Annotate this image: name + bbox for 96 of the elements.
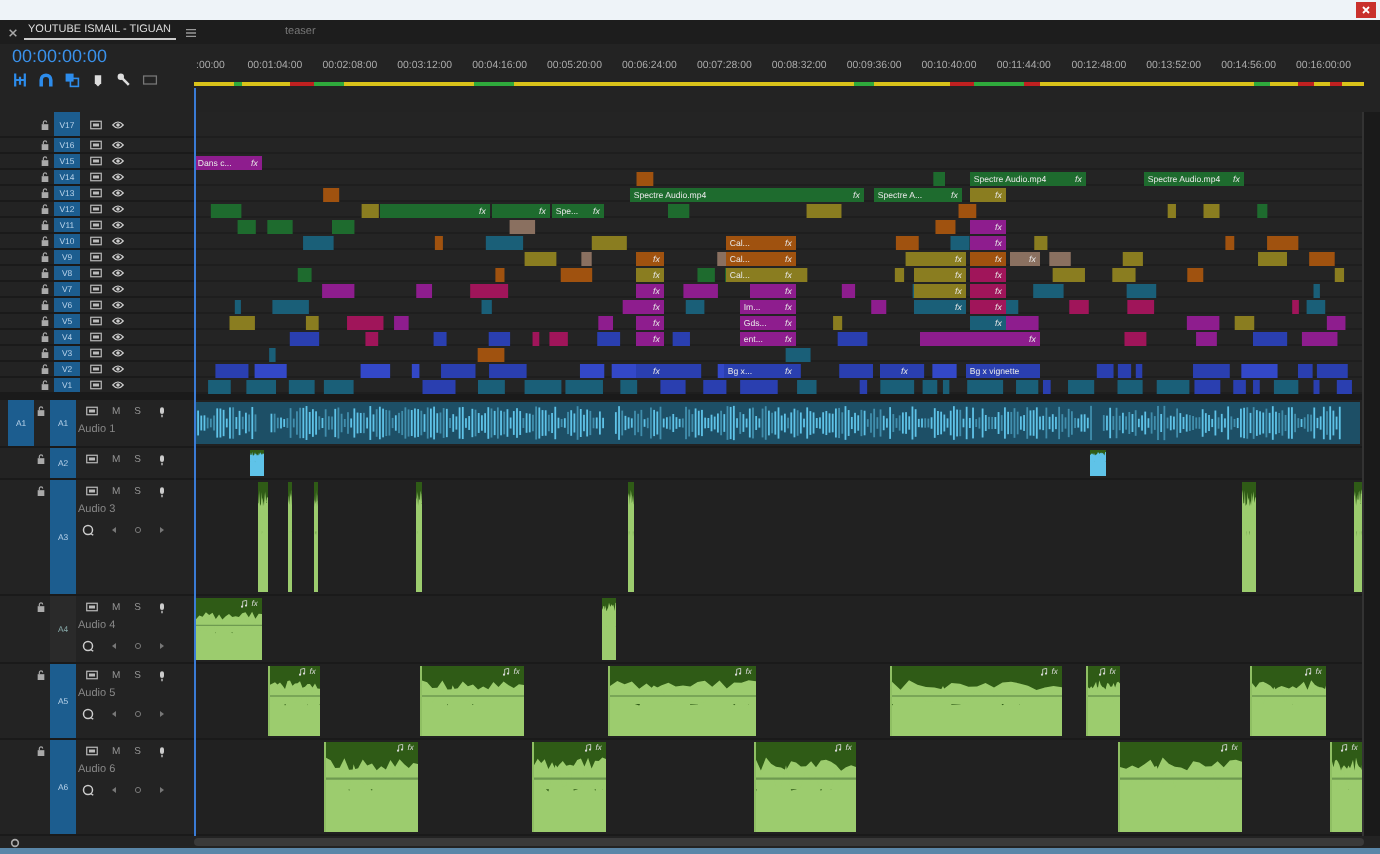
music-note-icon	[1339, 743, 1348, 751]
eye-icon[interactable]	[112, 156, 124, 166]
eye-icon[interactable]	[112, 172, 124, 182]
film-icon[interactable]	[86, 602, 98, 612]
music-note-icon	[583, 743, 592, 751]
volume-knob-icon[interactable]	[82, 783, 94, 795]
music-note-icon	[1039, 667, 1048, 675]
music-note-icon	[239, 599, 248, 607]
volume-knob-icon[interactable]	[82, 523, 94, 535]
eye-icon[interactable]	[112, 236, 124, 246]
audio-clip[interactable]	[257, 482, 268, 592]
lock-icon[interactable]	[40, 236, 50, 246]
lock-icon[interactable]	[40, 332, 50, 342]
film-icon[interactable]	[86, 670, 98, 680]
eye-icon[interactable]	[112, 268, 124, 278]
lock-icon[interactable]	[40, 220, 50, 230]
audio-clip[interactable]	[249, 450, 264, 476]
eye-icon[interactable]	[112, 204, 124, 214]
audio-clip[interactable]	[1089, 450, 1106, 476]
eye-icon[interactable]	[112, 284, 124, 294]
audio-clip[interactable]	[1353, 482, 1362, 592]
settings-icon[interactable]	[10, 837, 20, 847]
audio-clip[interactable]	[627, 482, 634, 592]
volume-knob-icon[interactable]	[82, 639, 94, 651]
lock-icon[interactable]	[40, 140, 50, 150]
lock-icon[interactable]	[40, 364, 50, 374]
captions-icon[interactable]	[142, 72, 158, 88]
eye-icon[interactable]	[112, 316, 124, 326]
audio-clip[interactable]	[415, 482, 422, 592]
music-note-icon	[1219, 743, 1228, 751]
lock-icon[interactable]	[40, 316, 50, 326]
music-note-icon	[297, 667, 306, 675]
lock-icon[interactable]	[36, 746, 46, 756]
eye-icon[interactable]	[112, 300, 124, 310]
eye-icon[interactable]	[112, 380, 124, 390]
lock-icon[interactable]	[36, 454, 46, 464]
keyframe-icon[interactable]	[134, 785, 142, 793]
timecode[interactable]: 00:00:00:00	[12, 46, 194, 68]
lock-icon[interactable]	[40, 119, 50, 129]
horizontal-scrollbar[interactable]	[194, 838, 1364, 846]
eye-icon[interactable]	[112, 348, 124, 358]
eye-icon[interactable]	[112, 364, 124, 374]
microphone-icon[interactable]	[157, 485, 166, 497]
microphone-icon[interactable]	[157, 453, 166, 465]
keyframe-icon[interactable]	[134, 641, 142, 649]
microphone-icon[interactable]	[157, 745, 166, 757]
audio-clip[interactable]	[287, 482, 292, 592]
lock-icon[interactable]	[40, 268, 50, 278]
nest-icon[interactable]	[12, 72, 28, 88]
eye-icon[interactable]	[112, 220, 124, 230]
wrench-icon[interactable]	[116, 72, 132, 88]
audio-clip[interactable]	[1241, 482, 1256, 592]
audio-clip[interactable]	[601, 598, 616, 660]
link-icon[interactable]	[64, 72, 80, 88]
music-note-icon	[395, 743, 404, 751]
marker-icon[interactable]	[90, 72, 106, 88]
music-note-icon	[1303, 667, 1312, 675]
film-icon[interactable]	[86, 746, 98, 756]
lock-icon[interactable]	[36, 486, 46, 496]
lock-icon[interactable]	[40, 252, 50, 262]
lock-icon[interactable]	[36, 406, 46, 416]
lock-icon[interactable]	[40, 300, 50, 310]
lock-icon[interactable]	[40, 380, 50, 390]
music-note-icon	[501, 667, 510, 675]
vertical-scrollbar[interactable]	[1362, 112, 1380, 836]
audio-clip[interactable]	[313, 482, 318, 592]
film-icon[interactable]	[86, 406, 98, 416]
eye-icon[interactable]	[112, 119, 124, 129]
menu-icon[interactable]	[185, 27, 196, 37]
microphone-icon[interactable]	[157, 405, 166, 417]
music-note-icon	[733, 667, 742, 675]
audio-waveform[interactable]	[193, 402, 1360, 444]
lock-icon[interactable]	[40, 348, 50, 358]
film-icon[interactable]	[86, 486, 98, 496]
lock-icon[interactable]	[40, 188, 50, 198]
volume-knob-icon[interactable]	[82, 707, 94, 719]
close-icon[interactable]	[8, 27, 18, 37]
magnet-icon[interactable]	[38, 72, 54, 88]
lock-icon[interactable]	[40, 284, 50, 294]
lock-icon[interactable]	[36, 670, 46, 680]
microphone-icon[interactable]	[157, 601, 166, 613]
music-note-icon	[833, 743, 842, 751]
eye-icon[interactable]	[112, 332, 124, 342]
eye-icon[interactable]	[112, 252, 124, 262]
film-icon[interactable]	[86, 454, 98, 464]
keyframe-icon[interactable]	[134, 709, 142, 717]
eye-icon[interactable]	[112, 188, 124, 198]
eye-icon[interactable]	[112, 140, 124, 150]
close-button[interactable]	[1356, 2, 1376, 18]
lock-icon[interactable]	[40, 172, 50, 182]
keyframe-icon[interactable]	[134, 525, 142, 533]
lock-icon[interactable]	[36, 602, 46, 612]
music-note-icon	[1097, 667, 1106, 675]
microphone-icon[interactable]	[157, 669, 166, 681]
lock-icon[interactable]	[40, 156, 50, 166]
lock-icon[interactable]	[40, 204, 50, 214]
